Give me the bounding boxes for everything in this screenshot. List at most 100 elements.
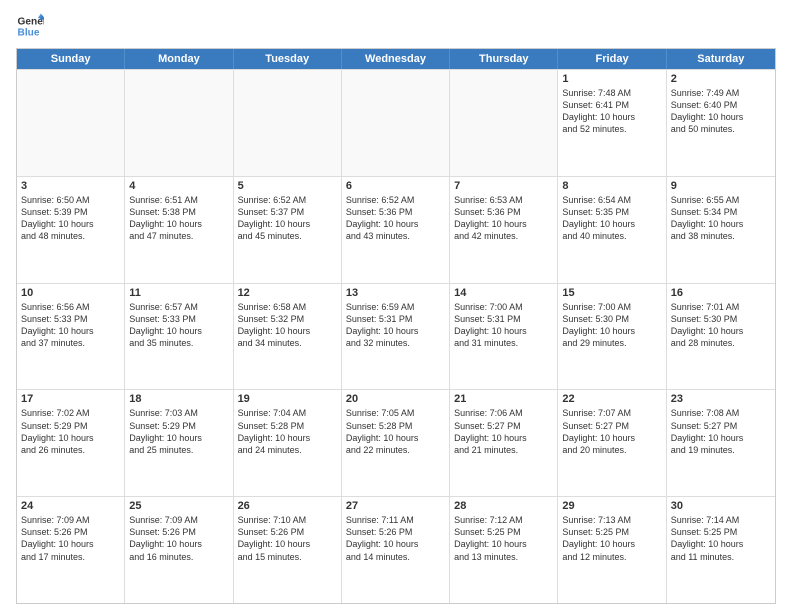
calendar-cell xyxy=(125,70,233,176)
calendar-cell: 29 Sunrise: 7:13 AM Sunset: 5:25 PM Dayli… xyxy=(558,497,666,603)
cell-info: Sunrise: 7:07 AM Sunset: 5:27 PM Dayligh… xyxy=(562,407,661,456)
calendar: SundayMondayTuesdayWednesdayThursdayFrid… xyxy=(16,48,776,604)
calendar-header: SundayMondayTuesdayWednesdayThursdayFrid… xyxy=(17,49,775,69)
calendar-cell: 17Sunrise: 7:02 AM Sunset: 5:29 PM Dayli… xyxy=(17,390,125,496)
cell-info: Sunrise: 6:50 AM Sunset: 5:39 PM Dayligh… xyxy=(21,194,120,243)
calendar-cell: 20 Sunrise: 7:05 AM Sunset: 5:28 PM Dayli… xyxy=(342,390,450,496)
calendar-cell: 9 Sunrise: 6:55 AM Sunset: 5:34 PM Daylig… xyxy=(667,177,775,283)
day-number: 20 xyxy=(346,393,445,405)
calendar-cell: 8Sunrise: 6:54 AM Sunset: 5:35 PM Daylig… xyxy=(558,177,666,283)
day-number: 13 xyxy=(346,287,445,299)
weekday-header: Wednesday xyxy=(342,49,450,69)
weekday-header: Friday xyxy=(558,49,666,69)
day-number: 29 xyxy=(562,500,661,512)
calendar-cell: 22 Sunrise: 7:07 AM Sunset: 5:27 PM Dayli… xyxy=(558,390,666,496)
header: General Blue xyxy=(16,12,776,40)
weekday-header: Sunday xyxy=(17,49,125,69)
day-number: 6 xyxy=(346,180,445,192)
day-number: 19 xyxy=(238,393,337,405)
calendar-cell: 14Sunrise: 7:00 AM Sunset: 5:31 PM Dayli… xyxy=(450,284,558,390)
day-number: 15 xyxy=(562,287,661,299)
day-number: 12 xyxy=(238,287,337,299)
day-number: 22 xyxy=(562,393,661,405)
calendar-row: 3 Sunrise: 6:50 AM Sunset: 5:39 PM Daylig… xyxy=(17,176,775,283)
day-number: 14 xyxy=(454,287,553,299)
calendar-cell: 12 Sunrise: 6:58 AM Sunset: 5:32 PM Dayli… xyxy=(234,284,342,390)
calendar-cell: 13 Sunrise: 6:59 AM Sunset: 5:31 PM Dayli… xyxy=(342,284,450,390)
calendar-cell: 7 Sunrise: 6:53 AM Sunset: 5:36 PM Daylig… xyxy=(450,177,558,283)
calendar-cell: 28Sunrise: 7:12 AM Sunset: 5:25 PM Dayli… xyxy=(450,497,558,603)
calendar-cell: 30Sunrise: 7:14 AM Sunset: 5:25 PM Dayli… xyxy=(667,497,775,603)
day-number: 8 xyxy=(562,180,661,192)
calendar-cell: 6 Sunrise: 6:52 AM Sunset: 5:36 PM Daylig… xyxy=(342,177,450,283)
day-number: 9 xyxy=(671,180,771,192)
cell-info: Sunrise: 6:56 AM Sunset: 5:33 PM Dayligh… xyxy=(21,301,120,350)
day-number: 5 xyxy=(238,180,337,192)
day-number: 25 xyxy=(129,500,228,512)
cell-info: Sunrise: 6:52 AM Sunset: 5:37 PM Dayligh… xyxy=(238,194,337,243)
page: General Blue SundayMondayTuesdayWednesda… xyxy=(0,0,792,612)
cell-info: Sunrise: 6:58 AM Sunset: 5:32 PM Dayligh… xyxy=(238,301,337,350)
calendar-cell: 11 Sunrise: 6:57 AM Sunset: 5:33 PM Dayli… xyxy=(125,284,233,390)
calendar-cell: 23 Sunrise: 7:08 AM Sunset: 5:27 PM Dayli… xyxy=(667,390,775,496)
day-number: 4 xyxy=(129,180,228,192)
cell-info: Sunrise: 7:02 AM Sunset: 5:29 PM Dayligh… xyxy=(21,407,120,456)
day-number: 3 xyxy=(21,180,120,192)
calendar-cell: 27Sunrise: 7:11 AM Sunset: 5:26 PM Dayli… xyxy=(342,497,450,603)
calendar-cell xyxy=(234,70,342,176)
cell-info: Sunrise: 7:10 AM Sunset: 5:26 PM Dayligh… xyxy=(238,514,337,563)
calendar-row: 17Sunrise: 7:02 AM Sunset: 5:29 PM Dayli… xyxy=(17,389,775,496)
cell-info: Sunrise: 7:13 AM Sunset: 5:25 PM Dayligh… xyxy=(562,514,661,563)
calendar-cell: 16 Sunrise: 7:01 AM Sunset: 5:30 PM Dayli… xyxy=(667,284,775,390)
calendar-cell: 15 Sunrise: 7:00 AM Sunset: 5:30 PM Dayli… xyxy=(558,284,666,390)
cell-info: Sunrise: 7:12 AM Sunset: 5:25 PM Dayligh… xyxy=(454,514,553,563)
day-number: 21 xyxy=(454,393,553,405)
day-number: 18 xyxy=(129,393,228,405)
cell-info: Sunrise: 7:00 AM Sunset: 5:30 PM Dayligh… xyxy=(562,301,661,350)
cell-info: Sunrise: 6:52 AM Sunset: 5:36 PM Dayligh… xyxy=(346,194,445,243)
calendar-cell: 19 Sunrise: 7:04 AM Sunset: 5:28 PM Dayli… xyxy=(234,390,342,496)
cell-info: Sunrise: 7:09 AM Sunset: 5:26 PM Dayligh… xyxy=(129,514,228,563)
calendar-cell: 3 Sunrise: 6:50 AM Sunset: 5:39 PM Daylig… xyxy=(17,177,125,283)
calendar-cell: 1Sunrise: 7:48 AM Sunset: 6:41 PM Daylig… xyxy=(558,70,666,176)
cell-info: Sunrise: 7:06 AM Sunset: 5:27 PM Dayligh… xyxy=(454,407,553,456)
day-number: 23 xyxy=(671,393,771,405)
calendar-cell: 4Sunrise: 6:51 AM Sunset: 5:38 PM Daylig… xyxy=(125,177,233,283)
svg-text:Blue: Blue xyxy=(18,27,40,38)
day-number: 10 xyxy=(21,287,120,299)
calendar-cell xyxy=(342,70,450,176)
calendar-cell: 21 Sunrise: 7:06 AM Sunset: 5:27 PM Dayli… xyxy=(450,390,558,496)
day-number: 11 xyxy=(129,287,228,299)
cell-info: Sunrise: 6:59 AM Sunset: 5:31 PM Dayligh… xyxy=(346,301,445,350)
cell-info: Sunrise: 7:04 AM Sunset: 5:28 PM Dayligh… xyxy=(238,407,337,456)
cell-info: Sunrise: 7:49 AM Sunset: 6:40 PM Dayligh… xyxy=(671,87,771,136)
cell-info: Sunrise: 7:05 AM Sunset: 5:28 PM Dayligh… xyxy=(346,407,445,456)
cell-info: Sunrise: 6:57 AM Sunset: 5:33 PM Dayligh… xyxy=(129,301,228,350)
weekday-header: Thursday xyxy=(450,49,558,69)
calendar-cell xyxy=(450,70,558,176)
calendar-row: 1Sunrise: 7:48 AM Sunset: 6:41 PM Daylig… xyxy=(17,69,775,176)
weekday-header: Monday xyxy=(125,49,233,69)
day-number: 24 xyxy=(21,500,120,512)
calendar-cell xyxy=(17,70,125,176)
day-number: 7 xyxy=(454,180,553,192)
cell-info: Sunrise: 6:53 AM Sunset: 5:36 PM Dayligh… xyxy=(454,194,553,243)
day-number: 16 xyxy=(671,287,771,299)
calendar-body: 1Sunrise: 7:48 AM Sunset: 6:41 PM Daylig… xyxy=(17,69,775,603)
cell-info: Sunrise: 7:01 AM Sunset: 5:30 PM Dayligh… xyxy=(671,301,771,350)
cell-info: Sunrise: 6:55 AM Sunset: 5:34 PM Dayligh… xyxy=(671,194,771,243)
cell-info: Sunrise: 7:14 AM Sunset: 5:25 PM Dayligh… xyxy=(671,514,771,563)
weekday-header: Tuesday xyxy=(234,49,342,69)
cell-info: Sunrise: 7:11 AM Sunset: 5:26 PM Dayligh… xyxy=(346,514,445,563)
cell-info: Sunrise: 7:03 AM Sunset: 5:29 PM Dayligh… xyxy=(129,407,228,456)
calendar-cell: 5 Sunrise: 6:52 AM Sunset: 5:37 PM Daylig… xyxy=(234,177,342,283)
logo: General Blue xyxy=(16,12,44,40)
cell-info: Sunrise: 7:08 AM Sunset: 5:27 PM Dayligh… xyxy=(671,407,771,456)
day-number: 26 xyxy=(238,500,337,512)
day-number: 2 xyxy=(671,73,771,85)
calendar-cell: 26 Sunrise: 7:10 AM Sunset: 5:26 PM Dayli… xyxy=(234,497,342,603)
cell-info: Sunrise: 7:48 AM Sunset: 6:41 PM Dayligh… xyxy=(562,87,661,136)
logo-icon: General Blue xyxy=(16,12,44,40)
weekday-header: Saturday xyxy=(667,49,775,69)
calendar-cell: 2 Sunrise: 7:49 AM Sunset: 6:40 PM Daylig… xyxy=(667,70,775,176)
